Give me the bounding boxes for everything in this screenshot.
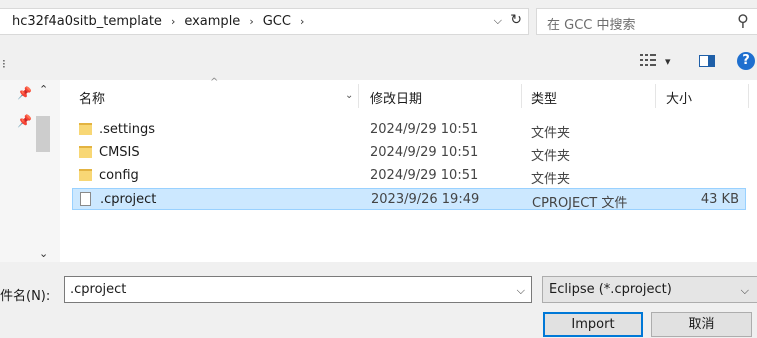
search-input[interactable]: 在 GCC 中搜索 ⚲ xyxy=(536,8,757,35)
breadcrumb-item[interactable]: hc32f4a0sitb_template xyxy=(12,14,162,29)
file-type: 文件夹 xyxy=(531,126,571,141)
file-name: .cproject xyxy=(100,192,157,207)
import-button[interactable]: Import xyxy=(543,312,643,337)
address-dropdown-icon[interactable]: ⌵ xyxy=(494,14,502,28)
cancel-button[interactable]: 取消 xyxy=(651,312,752,337)
folder-icon xyxy=(79,169,92,181)
folder-icon xyxy=(79,123,92,135)
file-name: CMSIS xyxy=(99,145,140,160)
list-item[interactable]: CMSIS 2024/9/29 10:51 文件夹 xyxy=(72,142,746,164)
help-icon[interactable]: ? xyxy=(737,52,755,70)
file-modified: 2024/9/29 10:51 xyxy=(370,168,479,183)
scroll-down-icon[interactable]: ⌄ xyxy=(39,247,48,260)
file-name: config xyxy=(99,168,139,183)
column-header-modified[interactable]: 修改日期 xyxy=(370,88,422,107)
filename-field[interactable]: .cproject ⌵ xyxy=(64,276,532,303)
search-placeholder: 在 GCC 中搜索 xyxy=(547,18,636,33)
breadcrumb-item[interactable]: GCC xyxy=(263,14,291,29)
scroll-up-icon[interactable]: ⌃ xyxy=(39,83,48,96)
column-dropdown-icon[interactable]: ⌄ xyxy=(345,90,353,101)
column-header-type[interactable]: 类型 xyxy=(531,88,557,107)
view-dropdown-icon[interactable]: ▾ xyxy=(665,55,671,68)
filename-dropdown-icon[interactable]: ⌵ xyxy=(517,284,525,298)
nav-scrollbar-thumb[interactable] xyxy=(36,116,50,152)
file-name: .settings xyxy=(99,122,155,137)
file-type: CPROJECT 文件 xyxy=(532,196,628,211)
sort-ascending-icon: ^ xyxy=(210,77,219,88)
file-list: ^ 名称 ⌄ 修改日期 类型 大小 .settings 2024/9/29 10… xyxy=(60,77,757,262)
filename-label: 件名(N): xyxy=(0,289,51,304)
list-item[interactable]: .settings 2024/9/29 10:51 文件夹 xyxy=(72,119,746,141)
breadcrumb-separator-icon[interactable]: › xyxy=(249,15,253,28)
search-icon[interactable]: ⚲ xyxy=(737,11,749,30)
organize-menu-icon[interactable]: ⁝ xyxy=(2,57,6,71)
filename-value: .cproject xyxy=(70,282,127,297)
column-divider[interactable] xyxy=(358,84,359,108)
file-modified: 2023/9/26 19:49 xyxy=(371,192,480,207)
column-header-name[interactable]: 名称 xyxy=(79,88,105,107)
file-type: 文件夹 xyxy=(531,149,571,164)
list-item[interactable]: config 2024/9/29 10:51 文件夹 xyxy=(72,165,746,187)
pin-icon[interactable]: 📌 xyxy=(17,86,32,100)
preview-pane-icon[interactable] xyxy=(699,55,715,67)
file-type-dropdown-icon[interactable]: ⌵ xyxy=(741,284,749,298)
pin-icon[interactable]: 📌 xyxy=(17,114,32,128)
column-divider[interactable] xyxy=(748,84,749,108)
breadcrumb-item[interactable]: example xyxy=(184,14,240,29)
file-size: 43 KB xyxy=(700,192,739,207)
breadcrumb-separator-icon[interactable]: › xyxy=(300,15,304,28)
file-modified: 2024/9/29 10:51 xyxy=(370,122,479,137)
file-type-value: Eclipse (*.cproject) xyxy=(549,282,672,297)
navigation-pane xyxy=(0,80,60,262)
address-bar[interactable]: hc32f4a0sitb_template › example › GCC › … xyxy=(0,8,529,35)
file-type: 文件夹 xyxy=(531,172,571,187)
file-icon xyxy=(80,192,91,206)
breadcrumb-separator-icon[interactable]: › xyxy=(171,15,175,28)
column-header-size[interactable]: 大小 xyxy=(666,88,692,107)
refresh-icon[interactable]: ↻ xyxy=(510,12,522,28)
folder-icon xyxy=(79,146,92,158)
file-type-select[interactable]: Eclipse (*.cproject) ⌵ xyxy=(542,276,757,303)
column-divider[interactable] xyxy=(521,84,522,108)
view-options-icon[interactable] xyxy=(640,53,656,67)
list-item-selected[interactable]: .cproject 2023/9/26 19:49 CPROJECT 文件 43… xyxy=(72,188,746,211)
file-modified: 2024/9/29 10:51 xyxy=(370,145,479,160)
column-divider[interactable] xyxy=(655,84,656,108)
